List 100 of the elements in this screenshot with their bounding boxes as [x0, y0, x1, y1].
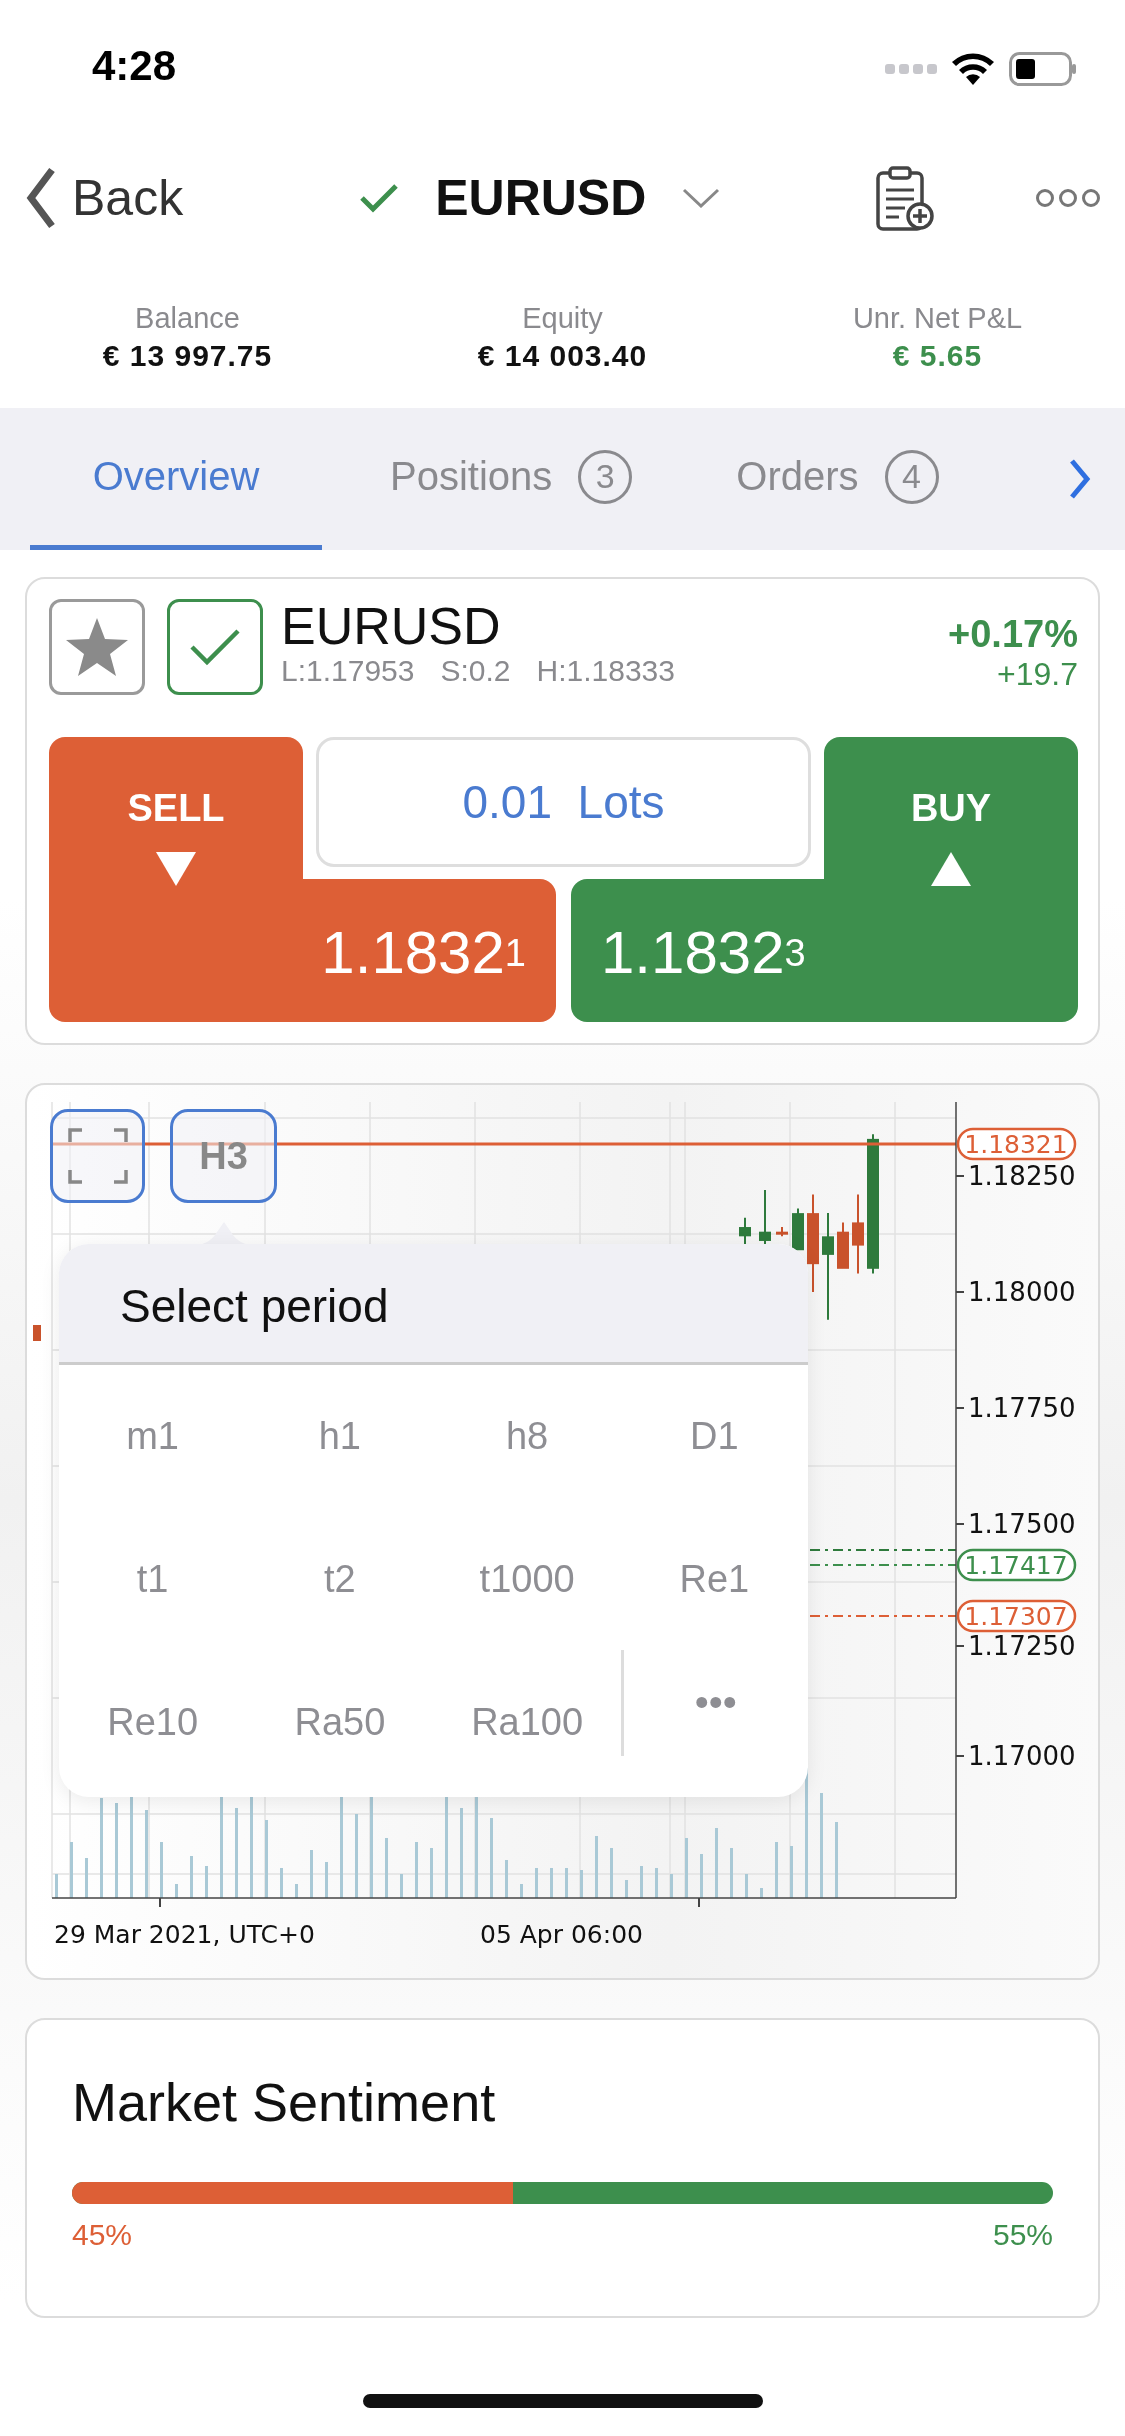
- stat-value: € 13 997.75: [102, 338, 273, 374]
- volume-bar: [415, 1842, 418, 1898]
- sell-button[interactable]: SELL: [49, 737, 303, 1022]
- lots-field[interactable]: 0.01 Lots: [316, 737, 811, 867]
- price-tag: 1.18321: [956, 1127, 1077, 1161]
- candle: [739, 1216, 751, 1245]
- clipboard-add-icon[interactable]: [875, 165, 935, 231]
- volume-bar: [175, 1884, 178, 1898]
- period-option[interactable]: Ra50: [246, 1651, 434, 1794]
- chevron-right-icon[interactable]: [1069, 458, 1091, 500]
- stat-value: € 5.65: [892, 338, 983, 374]
- buy-percent: 55%: [992, 2218, 1053, 2252]
- candle: [759, 1188, 771, 1245]
- stat-label: Balance: [135, 301, 240, 336]
- high-price: H:1.18333: [536, 653, 675, 689]
- count-badge: 4: [884, 449, 939, 504]
- volume-bar: [190, 1856, 193, 1898]
- popup-title: Select period: [120, 1279, 389, 1333]
- volume-bar: [550, 1868, 553, 1898]
- buy-button[interactable]: BUY: [824, 737, 1078, 1022]
- axis-label: 1.18250: [968, 1161, 1076, 1191]
- fullscreen-button[interactable]: [50, 1109, 145, 1203]
- instrument-symbol: EURUSD: [281, 599, 502, 653]
- volume-bar: [85, 1858, 88, 1898]
- period-option[interactable]: t2: [246, 1508, 434, 1651]
- volume-bar: [715, 1828, 718, 1898]
- axis-label: 1.17000: [968, 1741, 1076, 1771]
- check-icon: [189, 627, 241, 667]
- volume-bar: [205, 1866, 208, 1898]
- volume-bar: [790, 1846, 793, 1898]
- volume-bar: [580, 1870, 583, 1898]
- axis-label: 1.17500: [968, 1509, 1076, 1539]
- candle: [33, 1325, 41, 1341]
- period-option[interactable]: Ra100: [433, 1651, 621, 1794]
- tab[interactable]: Overview: [30, 408, 322, 550]
- volume-bar: [730, 1848, 733, 1898]
- change-percent: +0.17%: [948, 613, 1078, 655]
- stat-label: Equity: [522, 301, 603, 336]
- volume-bar: [670, 1874, 673, 1898]
- period-option[interactable]: h1: [246, 1365, 434, 1508]
- volume-bar: [655, 1868, 658, 1898]
- change-value: +19.7: [997, 655, 1078, 693]
- symbol-picker[interactable]: EURUSD: [359, 169, 721, 227]
- period-option[interactable]: t1000: [433, 1508, 621, 1651]
- volume-bar: [160, 1842, 163, 1898]
- volume-bar: [325, 1862, 328, 1898]
- volume-bar: [310, 1850, 313, 1898]
- period-option[interactable]: Re10: [59, 1651, 247, 1794]
- axis-label: 05 Apr 06:00: [480, 1920, 643, 1949]
- battery-icon: [1009, 52, 1077, 86]
- period-option[interactable]: t1: [59, 1508, 247, 1651]
- tab[interactable]: Orders 4: [700, 408, 975, 550]
- stat-value: € 14 003.40: [477, 338, 648, 374]
- card-title: Market Sentiment: [72, 2071, 497, 2134]
- sell-percent: 45%: [72, 2218, 133, 2252]
- period-option[interactable]: Re1: [620, 1508, 808, 1651]
- volume-bar: [280, 1868, 283, 1898]
- star-icon: [64, 616, 130, 678]
- volume-bar: [430, 1848, 433, 1898]
- volume-bar: [610, 1848, 613, 1898]
- chevron-down-icon: [682, 188, 721, 208]
- volume-bar: [685, 1838, 688, 1898]
- volume-bar: [595, 1836, 598, 1898]
- period-option[interactable]: h8: [433, 1365, 621, 1508]
- volume-bar: [745, 1874, 748, 1898]
- more-periods-button[interactable]: •••: [620, 1649, 808, 1756]
- price-tag: 1.17417: [956, 1548, 1077, 1582]
- volume-bar: [760, 1888, 763, 1898]
- favorite-button[interactable]: [49, 599, 145, 695]
- axis-label: 1.18000: [968, 1277, 1076, 1307]
- count-badge: 3: [578, 449, 633, 504]
- axis-label: 29 Mar 2021, UTC+0: [54, 1920, 315, 1949]
- period-option[interactable]: D1: [620, 1365, 808, 1508]
- candle: [776, 1226, 788, 1238]
- volume-bar: [625, 1880, 628, 1898]
- stat-label: Unr. Net P&L: [852, 301, 1023, 336]
- triangle-up-icon: [931, 852, 971, 886]
- more-icon[interactable]: [1035, 188, 1101, 208]
- volume-bar: [520, 1884, 523, 1898]
- chevron-left-icon: [26, 167, 56, 229]
- axis-label: 1.17750: [968, 1393, 1076, 1423]
- wifi-icon: [951, 52, 995, 86]
- volume-bar: [640, 1866, 643, 1898]
- axis-label: 1.17250: [968, 1631, 1076, 1661]
- spread: S:0.2: [440, 653, 511, 689]
- fullscreen-icon: [67, 1128, 128, 1184]
- period-button[interactable]: H3: [170, 1109, 277, 1203]
- volume-bar: [295, 1884, 298, 1898]
- low-price: L:1.17953: [281, 653, 415, 689]
- candle: [837, 1221, 849, 1269]
- volume-bar: [70, 1842, 73, 1898]
- period-option[interactable]: m1: [59, 1365, 247, 1508]
- volume-bar: [385, 1838, 388, 1898]
- tab[interactable]: Positions 3: [354, 408, 669, 550]
- volume-bar: [565, 1868, 568, 1898]
- check-icon: [359, 182, 400, 214]
- checkbox[interactable]: [167, 599, 263, 695]
- status-time: 4:28: [92, 42, 177, 91]
- back-button[interactable]: Back: [26, 167, 184, 229]
- volume-bar: [505, 1860, 508, 1898]
